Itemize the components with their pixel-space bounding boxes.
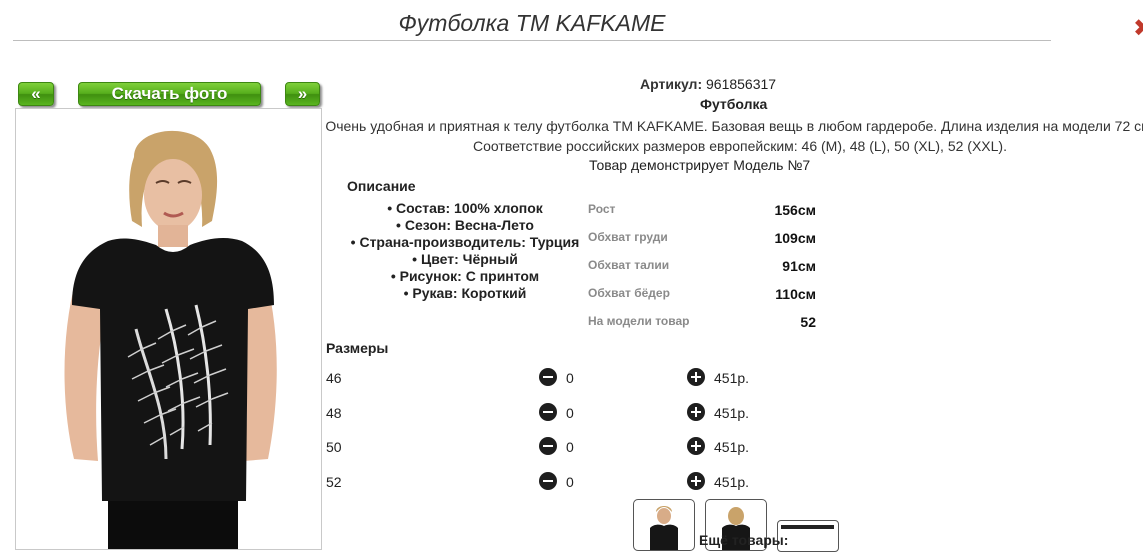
size-label: 48 — [326, 405, 342, 421]
measurement-row-height: Рост 156см — [588, 202, 816, 222]
title-divider — [13, 40, 1051, 41]
measurement-value: 52 — [800, 314, 816, 330]
minus-icon[interactable] — [539, 437, 557, 455]
size-price: 451р. — [714, 405, 750, 421]
attribute-composition: Состав: 100% хлопок — [340, 200, 590, 217]
measurement-value: 156см — [774, 202, 816, 218]
attribute-season: Сезон: Весна-Лето — [340, 217, 590, 234]
plus-icon[interactable] — [687, 403, 705, 421]
attribute-country: Страна-производитель: Турция — [340, 234, 590, 251]
attribute-color: Цвет: Чёрный — [340, 251, 590, 268]
measurement-label: На модели товар — [588, 314, 690, 328]
quantity-value: 0 — [566, 405, 574, 421]
size-row: 50 0 451р. — [326, 437, 766, 459]
size-label: 52 — [326, 474, 342, 490]
attributes-list: Состав: 100% хлопок Сезон: Весна-Лето Ст… — [340, 200, 590, 302]
measurement-label: Обхват талии — [588, 258, 670, 272]
thumbnail-front[interactable] — [633, 499, 695, 551]
download-photo-button[interactable]: Скачать фото — [78, 82, 261, 106]
quantity-value: 0 — [566, 370, 574, 386]
minus-icon[interactable] — [539, 368, 557, 386]
measurement-label: Обхват груди — [588, 230, 668, 244]
close-icon[interactable]: ✖ — [1133, 14, 1143, 43]
measurement-value: 91см — [782, 258, 816, 274]
measurement-row-waist: Обхват талии 91см — [588, 258, 816, 278]
measurement-value: 109см — [774, 230, 816, 246]
measurement-row-model-size: На модели товар 52 — [588, 314, 816, 334]
thumbnail-image — [781, 525, 834, 529]
prev-photo-button[interactable]: « — [18, 82, 54, 106]
size-label: 50 — [326, 439, 342, 455]
attribute-sleeve: Рукав: Короткий — [340, 285, 590, 302]
measurement-label: Обхват бёдер — [588, 286, 670, 300]
product-photo — [15, 108, 322, 550]
measurement-row-hips: Обхват бёдер 110см — [588, 286, 816, 306]
sizes-heading: Размеры — [326, 340, 389, 356]
description-heading: Описание — [347, 178, 416, 194]
plus-icon[interactable] — [687, 472, 705, 490]
model-demo-note: Товар демонстрирует Модель №7 — [589, 157, 811, 173]
size-price: 451р. — [714, 439, 750, 455]
minus-icon[interactable] — [539, 403, 557, 421]
plus-icon[interactable] — [687, 368, 705, 386]
measurement-row-chest: Обхват груди 109см — [588, 230, 816, 250]
measurement-value: 110см — [775, 286, 816, 302]
quantity-value: 0 — [566, 439, 574, 455]
size-row: 46 0 451р. — [326, 368, 766, 390]
model-photo-illustration — [16, 109, 321, 549]
minus-icon[interactable] — [539, 472, 557, 490]
plus-icon[interactable] — [687, 437, 705, 455]
article-label: Артикул: — [640, 76, 703, 92]
attribute-pattern: Рисунок: С принтом — [340, 268, 590, 285]
product-type: Футболка — [700, 96, 768, 112]
size-row: 52 0 451р. — [326, 472, 766, 494]
size-price: 451р. — [714, 474, 750, 490]
article-line: Артикул: 961856317 — [640, 76, 840, 92]
thumbnail-image — [650, 506, 678, 550]
more-products-heading: Ещё товары: — [699, 532, 789, 548]
size-row: 48 0 451р. — [326, 403, 766, 425]
page-title: Футболка ТМ KAFKAME — [398, 10, 666, 36]
next-photo-button[interactable]: » — [285, 82, 320, 106]
measurement-label: Рост — [588, 202, 616, 216]
quantity-value: 0 — [566, 474, 574, 490]
size-label: 46 — [326, 370, 342, 386]
size-price: 451р. — [714, 370, 750, 386]
product-description: Очень удобная и приятная к телу футболка… — [325, 118, 1143, 154]
article-value: 961856317 — [706, 76, 777, 92]
